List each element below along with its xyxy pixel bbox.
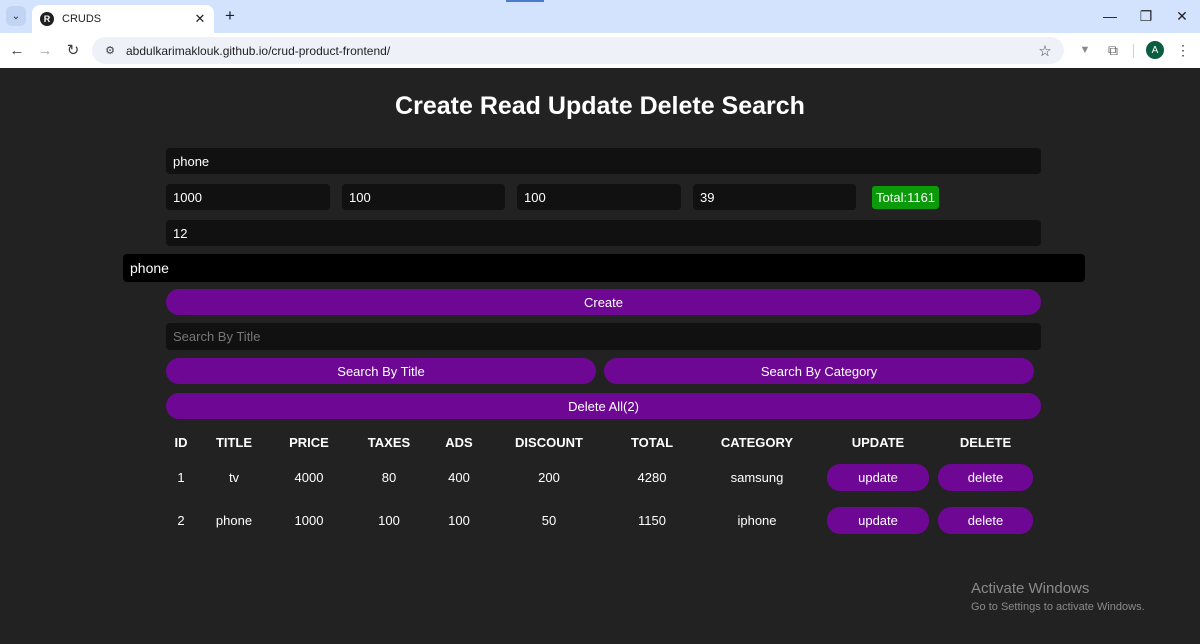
- taxes-input[interactable]: [342, 184, 505, 210]
- close-tab-icon[interactable]: ✕: [192, 11, 208, 27]
- header-taxes: TAXES: [367, 434, 411, 450]
- search-input[interactable]: [166, 323, 1041, 350]
- tab-search-icon[interactable]: ⌄: [6, 6, 26, 26]
- ads-input[interactable]: [517, 184, 681, 210]
- header-discount: DISCOUNT: [515, 434, 583, 450]
- cell-price: 1000: [294, 513, 324, 528]
- total-badge: Total:1161: [872, 186, 940, 209]
- cell-total: 4280: [637, 470, 667, 485]
- page-content: Create Read Update Delete Search Total:1…: [0, 68, 1200, 644]
- cell-title: tv: [228, 470, 240, 485]
- browser-tabstrip: ⌄ R CRUDS ✕ + — ❐ ✕: [0, 0, 1200, 33]
- site-info-icon[interactable]: ⚙: [98, 41, 122, 61]
- cell-taxes: 80: [381, 470, 397, 485]
- search-by-title-button[interactable]: Search By Title: [166, 358, 596, 384]
- reload-icon[interactable]: ↻: [62, 39, 84, 61]
- price-input[interactable]: [166, 184, 330, 210]
- products-table: ID TITLE PRICE TAXES ADS DISCOUNT TOTAL …: [166, 428, 1037, 542]
- table-row: 2 phone 1000 100 100 50 1150 iphone upda…: [166, 499, 1037, 542]
- favicon-icon: R: [40, 12, 54, 26]
- table-row: 1 tv 4000 80 400 200 4280 samsung update…: [166, 456, 1037, 499]
- extensions-puzzle-icon[interactable]: ⧉: [1102, 39, 1124, 61]
- header-price: PRICE: [289, 434, 329, 450]
- update-button[interactable]: update: [827, 507, 929, 534]
- table-header-row: ID TITLE PRICE TAXES ADS DISCOUNT TOTAL …: [166, 428, 1037, 456]
- address-bar[interactable]: ⚙ abdulkarimaklouk.github.io/crud-produc…: [92, 37, 1064, 64]
- discount-input[interactable]: [693, 184, 856, 210]
- cell-id: 2: [177, 513, 185, 528]
- watermark-subtitle: Go to Settings to activate Windows.: [971, 601, 1145, 613]
- cell-update: update: [822, 499, 934, 542]
- new-tab-icon[interactable]: +: [220, 6, 240, 26]
- cell-discount: 50: [541, 513, 557, 528]
- url-text[interactable]: abdulkarimaklouk.github.io/crud-product-…: [126, 44, 1034, 58]
- maximize-icon[interactable]: ❐: [1128, 4, 1164, 28]
- create-button[interactable]: Create: [166, 289, 1041, 315]
- profile-avatar[interactable]: A: [1146, 41, 1164, 59]
- watermark-title: Activate Windows: [971, 580, 1090, 597]
- browser-toolbar: ← → ↻ ⚙ abdulkarimaklouk.github.io/crud-…: [0, 33, 1200, 68]
- title-input[interactable]: [166, 148, 1041, 174]
- bookmark-star-icon[interactable]: ☆: [1034, 42, 1056, 60]
- cell-category: iphone: [737, 513, 777, 528]
- header-delete: DELETE: [959, 434, 1012, 450]
- browser-tab-active[interactable]: R CRUDS ✕: [32, 5, 214, 33]
- header-id: ID: [174, 434, 188, 450]
- extension-v-icon[interactable]: ▼: [1074, 39, 1096, 61]
- category-input[interactable]: [123, 254, 1085, 282]
- cell-category: samsung: [730, 470, 784, 485]
- count-input[interactable]: [166, 220, 1041, 246]
- cell-delete: delete: [934, 456, 1037, 499]
- header-category: CATEGORY: [720, 434, 794, 450]
- delete-button[interactable]: delete: [938, 507, 1033, 534]
- cell-total: 1150: [638, 513, 666, 528]
- cell-ads: 100: [448, 513, 470, 528]
- search-by-category-button[interactable]: Search By Category: [604, 358, 1034, 384]
- header-ads: ADS: [445, 434, 473, 450]
- top-indicator: [506, 0, 544, 2]
- page-title: Create Read Update Delete Search: [395, 92, 805, 120]
- back-icon[interactable]: ←: [6, 39, 28, 61]
- tab-title: CRUDS: [62, 13, 102, 25]
- minimize-icon[interactable]: —: [1092, 4, 1128, 28]
- cell-taxes: 100: [378, 513, 400, 528]
- forward-icon[interactable]: →: [34, 39, 56, 61]
- cell-title: phone: [215, 513, 253, 528]
- activate-windows-watermark: Activate Windows Go to Settings to activ…: [971, 580, 1145, 613]
- cell-update: update: [822, 456, 934, 499]
- header-update: UPDATE: [851, 434, 905, 450]
- cell-id: 1: [177, 470, 185, 485]
- browser-menu-icon[interactable]: ⋮: [1172, 39, 1194, 61]
- cell-discount: 200: [538, 470, 560, 485]
- cell-ads: 400: [448, 470, 470, 485]
- delete-all-button[interactable]: Delete All(2): [166, 393, 1041, 419]
- update-button[interactable]: update: [827, 464, 929, 491]
- toolbar-divider: [1133, 44, 1134, 58]
- header-title: TITLE: [215, 434, 253, 450]
- delete-button[interactable]: delete: [938, 464, 1033, 491]
- cell-delete: delete: [934, 499, 1037, 542]
- close-window-icon[interactable]: ✕: [1164, 4, 1200, 28]
- header-total: TOTAL: [630, 434, 674, 450]
- cell-price: 4000: [294, 470, 324, 485]
